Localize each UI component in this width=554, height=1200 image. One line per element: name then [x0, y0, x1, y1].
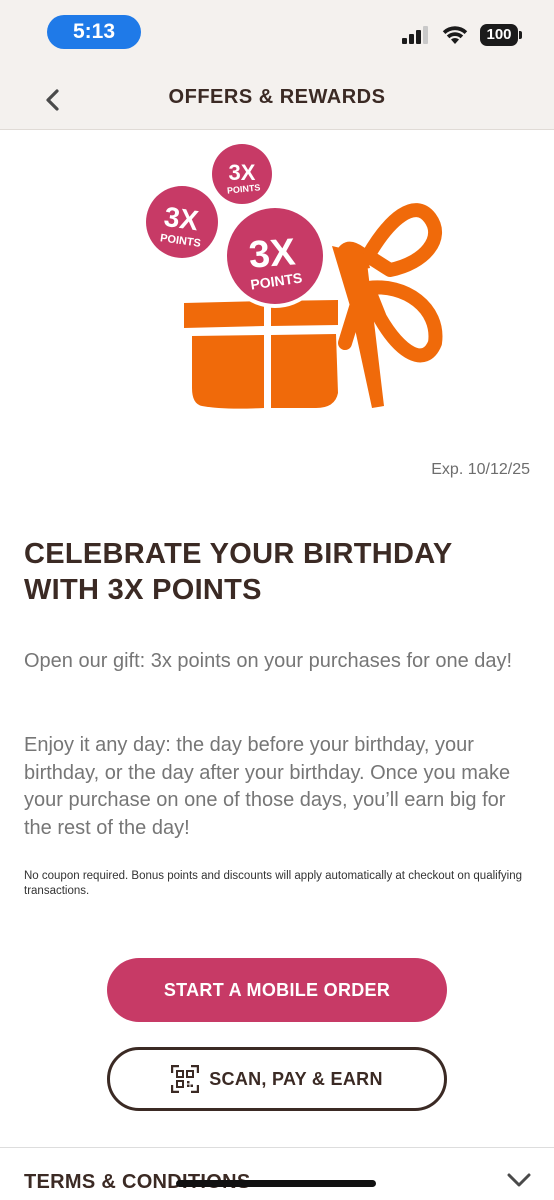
scan-pay-earn-label: SCAN, PAY & EARN [209, 1068, 383, 1089]
chevron-down-icon[interactable] [506, 1170, 532, 1190]
nav-bar: OFFERS & REWARDS [0, 66, 554, 130]
offer-fine-print: No coupon required. Bonus points and dis… [24, 870, 522, 897]
offer-expiry: Exp. 10/12/25 [431, 461, 530, 478]
points-badge-medium: 3X POINTS [146, 186, 218, 258]
offer-headline: CELEBRATE YOUR BIRTHDAY WITH 3X POINTS [24, 538, 452, 606]
points-badge-small: 3X POINTS [212, 144, 272, 204]
scan-pay-earn-button[interactable]: SCAN, PAY & EARN [107, 1047, 447, 1111]
gift-points-illustration: 3X POINTS 3X POINTS 3X POINTS [146, 144, 443, 409]
status-bar: 5:13 100 [0, 0, 554, 66]
signal-icon [402, 26, 428, 44]
svg-text:3X: 3X [162, 201, 201, 237]
home-indicator[interactable] [176, 1180, 376, 1187]
start-mobile-order-button[interactable]: START A MOBILE ORDER [107, 958, 447, 1022]
status-time: 5:13 [47, 15, 141, 49]
svg-text:3X: 3X [248, 231, 298, 276]
svg-text:3X: 3X [229, 160, 256, 185]
start-mobile-order-label: START A MOBILE ORDER [163, 979, 391, 1000]
qr-code-icon [171, 1065, 200, 1093]
status-icons: 100 [402, 22, 522, 48]
page-title: OFFERS & REWARDS [168, 86, 386, 108]
offer-description-2: Enjoy it any day: the day before your bi… [24, 734, 511, 839]
points-badge-large: 3X POINTS [223, 204, 327, 308]
wifi-icon [442, 26, 468, 44]
battery-icon: 100 [480, 24, 522, 46]
offer-description-1: Open our gift: 3x points on your purchas… [24, 650, 513, 672]
section-divider [0, 1147, 554, 1148]
